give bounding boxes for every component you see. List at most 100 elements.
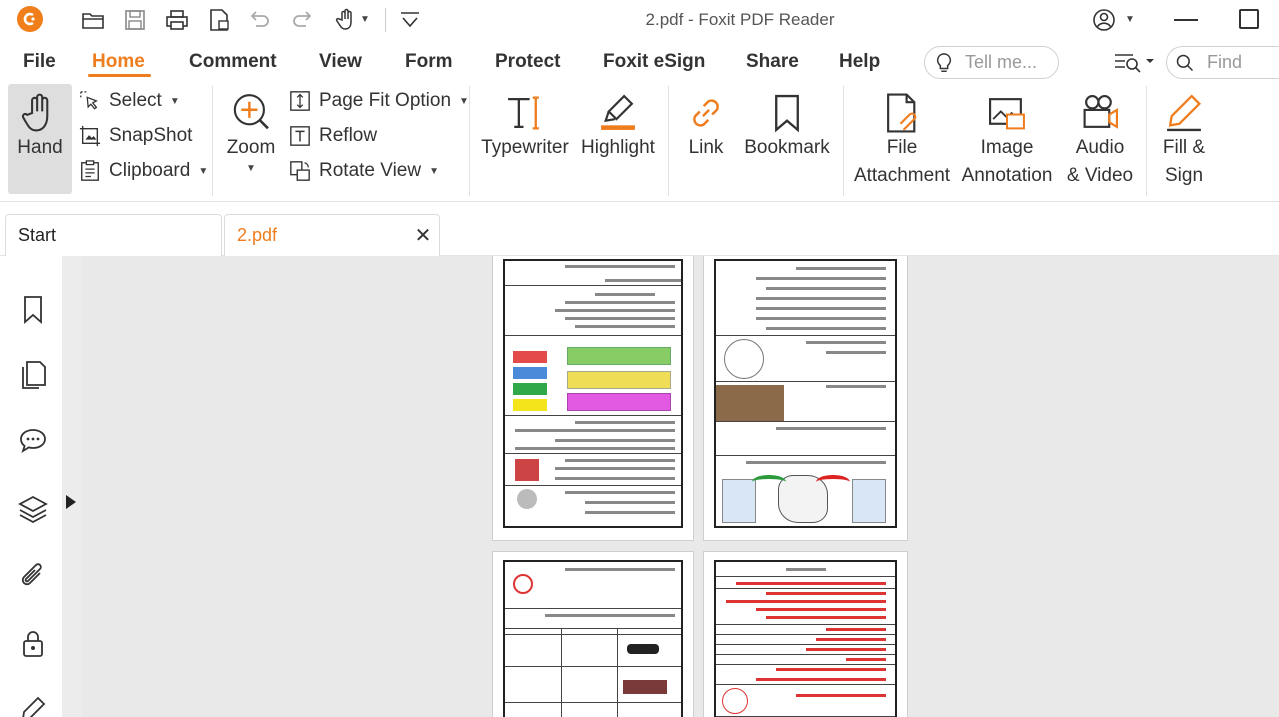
link-icon xyxy=(693,99,719,127)
snapshot-icon xyxy=(79,125,101,147)
ribbon-separator xyxy=(469,86,470,196)
ribbon-separator xyxy=(668,86,669,196)
image-annotation-label-1: Image xyxy=(980,137,1034,158)
page-content xyxy=(503,259,683,528)
customize-toolbar-icon[interactable] xyxy=(396,6,424,34)
minimize-button[interactable] xyxy=(1174,19,1198,21)
tab-start-label: Start xyxy=(18,225,57,245)
fill-sign-icon xyxy=(1167,94,1202,132)
fill-sign-label-1: Fill & xyxy=(1162,137,1206,158)
menu-tab-file[interactable]: File xyxy=(23,51,56,73)
menu-tab-home[interactable]: Home xyxy=(92,51,145,73)
menu-tab-protect[interactable]: Protect xyxy=(495,51,560,73)
menu-tab-comment[interactable]: Comment xyxy=(189,51,277,73)
menu-tab-help[interactable]: Help xyxy=(839,51,880,73)
save-icon[interactable] xyxy=(121,6,149,34)
window-title: 2.pdf - Foxit PDF Reader xyxy=(645,10,835,29)
menu-tab-foxit-esign[interactable]: Foxit eSign xyxy=(603,51,705,73)
typewriter-icon xyxy=(508,96,539,130)
layers-panel-icon[interactable] xyxy=(18,494,48,524)
file-attachment-icon xyxy=(887,93,917,133)
maximize-button[interactable] xyxy=(1239,9,1259,29)
active-tab-indicator xyxy=(88,74,151,77)
file-attachment-label-1: File xyxy=(886,137,918,158)
account-icon[interactable] xyxy=(1090,6,1118,34)
divider xyxy=(385,8,386,32)
menu-tab-share[interactable]: Share xyxy=(746,51,799,73)
zoom-button[interactable]: Zoom ▼ xyxy=(223,92,279,176)
zoom-label: Zoom xyxy=(226,137,276,158)
reflow-button[interactable]: Reflow xyxy=(289,125,377,147)
page-fit-dropdown-icon[interactable]: ▼ xyxy=(459,96,469,107)
print-icon[interactable] xyxy=(163,6,191,34)
rotate-view-dropdown-icon[interactable]: ▼ xyxy=(429,166,439,177)
comments-panel-icon[interactable] xyxy=(18,426,48,456)
select-dropdown-icon[interactable]: ▼ xyxy=(170,96,180,107)
signature-panel-icon[interactable] xyxy=(18,694,48,717)
file-attachment-button[interactable]: File Attachment xyxy=(852,92,952,190)
account-dropdown-icon[interactable]: ▼ xyxy=(1125,14,1135,25)
tell-me-search[interactable]: Tell me... xyxy=(924,46,1059,79)
pages-panel-icon[interactable] xyxy=(18,360,48,390)
page-thumbnail-4[interactable] xyxy=(703,551,908,717)
search-options-icon[interactable] xyxy=(1113,51,1157,80)
file-attachment-label-2: Attachment xyxy=(853,165,951,186)
expand-panel-arrow-icon[interactable] xyxy=(66,495,76,509)
export-icon[interactable] xyxy=(205,6,233,34)
clipboard-button[interactable]: Clipboard ▼ xyxy=(79,160,208,182)
snapshot-button[interactable]: SnapShot xyxy=(79,125,192,147)
bookmarks-panel-icon[interactable] xyxy=(18,294,48,324)
ribbon-separator xyxy=(843,86,844,196)
document-view[interactable] xyxy=(82,256,1279,717)
tab-2pdf[interactable]: 2.pdf ✕ xyxy=(224,214,440,256)
zoom-icon xyxy=(233,94,269,130)
link-button[interactable]: Link xyxy=(683,92,729,162)
select-cursor-icon xyxy=(80,91,98,110)
ribbon-separator xyxy=(212,86,213,196)
bookmark-button[interactable]: Bookmark xyxy=(743,92,831,162)
clipboard-label: Clipboard xyxy=(109,160,191,181)
find-placeholder: Find xyxy=(1207,52,1243,72)
audio-video-button[interactable]: Audio & Video xyxy=(1066,92,1134,190)
page-thumbnail-1[interactable] xyxy=(492,256,694,541)
highlight-button[interactable]: Highlight xyxy=(578,92,658,162)
image-annotation-button[interactable]: Image Annotation xyxy=(957,92,1057,190)
attachments-panel-icon[interactable] xyxy=(18,561,48,591)
clipboard-icon xyxy=(81,160,99,181)
page-thumbnail-3[interactable] xyxy=(492,551,694,717)
clipboard-dropdown-icon[interactable]: ▼ xyxy=(198,166,208,177)
menu-tab-view[interactable]: View xyxy=(319,51,362,73)
tab-start[interactable]: Start xyxy=(5,214,222,256)
close-tab-icon[interactable]: ✕ xyxy=(413,225,433,247)
find-input[interactable]: Find xyxy=(1166,46,1279,79)
select-button[interactable]: Select ▼ xyxy=(79,90,180,112)
rotate-view-button[interactable]: Rotate View ▼ xyxy=(289,160,439,182)
open-folder-icon[interactable] xyxy=(79,6,107,34)
link-label: Link xyxy=(688,137,724,158)
page-fit-label: Page Fit Option xyxy=(319,90,452,111)
fill-sign-button[interactable]: Fill & Sign xyxy=(1156,92,1212,190)
audio-video-icon xyxy=(1083,95,1118,129)
menu-tab-form[interactable]: Form xyxy=(405,51,453,73)
hand-label: Hand xyxy=(17,137,63,158)
lightbulb-icon xyxy=(936,52,952,72)
zoom-dropdown-icon[interactable]: ▼ xyxy=(246,162,256,176)
page-fit-option-button[interactable]: Page Fit Option ▼ xyxy=(289,90,469,112)
image-annotation-label-2: Annotation xyxy=(961,165,1053,186)
rotate-view-icon xyxy=(290,161,310,181)
panel-collapse-strip[interactable] xyxy=(62,256,82,717)
typewriter-button[interactable]: Typewriter xyxy=(481,92,569,162)
security-panel-icon[interactable] xyxy=(18,628,48,658)
hand-button-content[interactable]: Hand xyxy=(8,92,72,162)
redo-icon[interactable] xyxy=(288,6,316,34)
typewriter-label: Typewriter xyxy=(481,137,569,158)
tell-me-placeholder: Tell me... xyxy=(965,52,1038,72)
select-label: Select xyxy=(109,90,162,111)
foxit-logo-icon[interactable] xyxy=(17,6,43,32)
page-fit-icon xyxy=(290,91,310,111)
undo-icon[interactable] xyxy=(246,6,274,34)
hand-tool-icon[interactable] xyxy=(332,6,360,34)
hand-tool-dropdown-icon[interactable]: ▼ xyxy=(360,14,370,25)
bookmark-label: Bookmark xyxy=(744,137,830,158)
page-thumbnail-2[interactable] xyxy=(703,256,908,541)
